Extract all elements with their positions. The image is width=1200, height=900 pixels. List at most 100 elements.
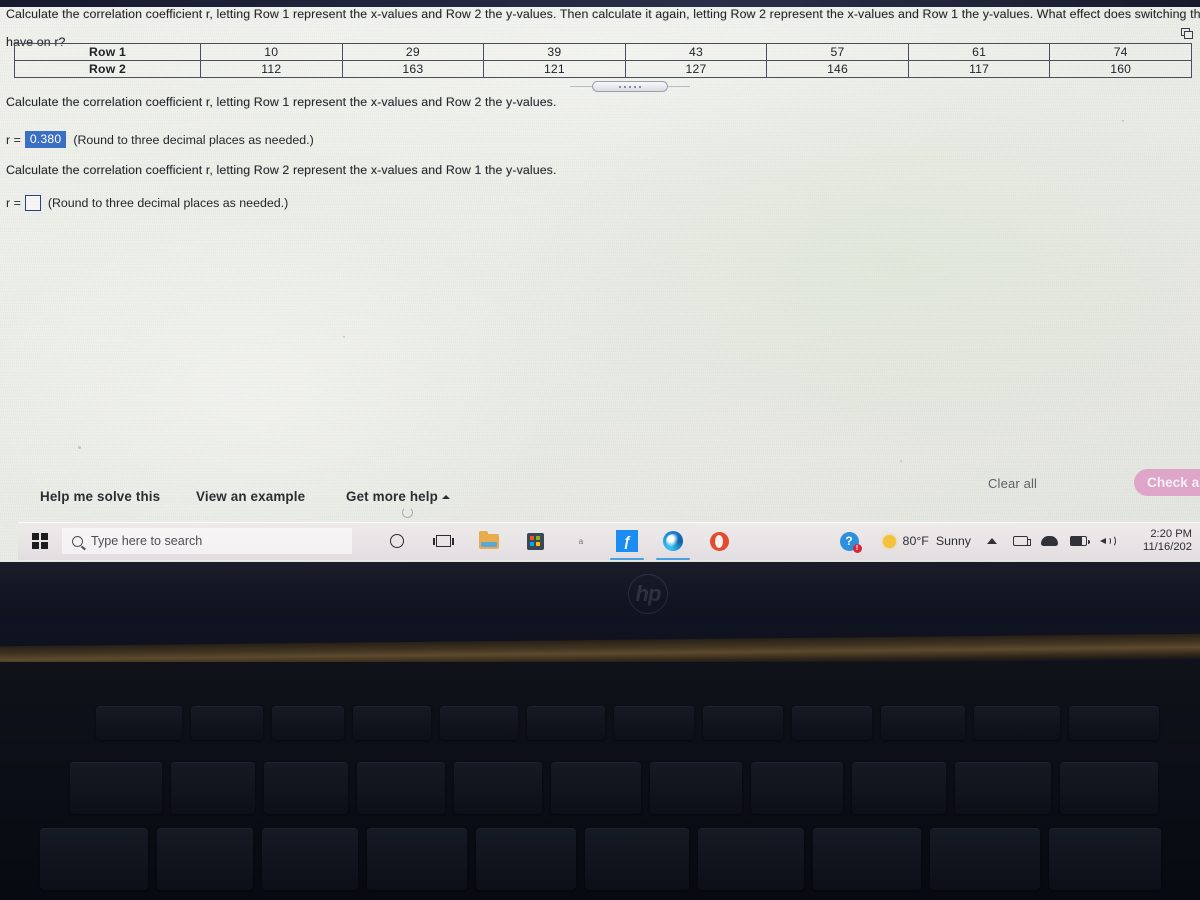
key bbox=[353, 706, 431, 740]
task-view-icon[interactable] bbox=[420, 522, 466, 560]
small-app-glyph: a bbox=[578, 536, 584, 546]
key bbox=[1049, 828, 1161, 890]
cortana-icon[interactable] bbox=[374, 522, 420, 560]
clear-all-button[interactable]: Clear all bbox=[988, 476, 1037, 491]
edge-icon[interactable] bbox=[650, 522, 696, 560]
battery-glyph bbox=[1070, 536, 1090, 546]
help-me-solve-this-link[interactable]: Help me solve this bbox=[40, 489, 160, 504]
task-view-glyph bbox=[432, 535, 454, 547]
scrollbar-thumb[interactable] bbox=[592, 81, 668, 92]
table-cell: 57 bbox=[766, 43, 909, 61]
key bbox=[171, 762, 255, 814]
answer-note-1: (Round to three decimal places as needed… bbox=[73, 132, 314, 147]
key bbox=[614, 706, 694, 740]
key bbox=[262, 828, 358, 890]
key bbox=[440, 706, 518, 740]
key bbox=[881, 706, 965, 740]
show-hidden-icons-button[interactable] bbox=[983, 533, 1000, 550]
cloud-glyph bbox=[1041, 536, 1058, 546]
table-row: Row 2 112 163 121 127 146 117 160 bbox=[14, 60, 1192, 78]
loading-spinner-icon bbox=[402, 507, 413, 518]
key bbox=[357, 762, 445, 814]
r-label-2: r = bbox=[6, 196, 21, 210]
taskbar-icon-group: a ƒ ?! bbox=[374, 522, 872, 560]
key bbox=[367, 828, 467, 890]
file-explorer-icon[interactable] bbox=[466, 522, 512, 560]
table-cell: 127 bbox=[624, 60, 768, 78]
edge-glyph bbox=[663, 531, 683, 551]
view-an-example-link[interactable]: View an example bbox=[196, 489, 305, 504]
clock-time: 2:20 PM bbox=[1150, 528, 1192, 540]
network-icon[interactable] bbox=[1012, 533, 1031, 550]
clock[interactable]: 2:20 PM 11/16/202 bbox=[1128, 528, 1192, 554]
key bbox=[1060, 762, 1158, 814]
blue-app-icon[interactable]: ƒ bbox=[604, 522, 650, 560]
key bbox=[792, 706, 872, 740]
table-cell: 112 bbox=[200, 60, 343, 78]
copy-icon[interactable] bbox=[1181, 27, 1194, 39]
key bbox=[454, 762, 542, 814]
table-cell: 163 bbox=[341, 60, 485, 78]
windows-taskbar: Type here to search a ƒ ?! 80°F Sunny 2:… bbox=[18, 522, 1200, 560]
sub-question-2: Calculate the correlation coefficient r,… bbox=[6, 163, 557, 177]
get-more-help-link[interactable]: Get more help bbox=[346, 489, 450, 504]
table-cell: 61 bbox=[907, 43, 1051, 61]
answer-row-2: r = (Round to three decimal places as ne… bbox=[6, 195, 288, 211]
problem-prompt-line1: Calculate the correlation coefficient r,… bbox=[6, 7, 1200, 21]
row-label: Row 2 bbox=[14, 60, 201, 78]
table-cell: 160 bbox=[1049, 60, 1192, 78]
blue-app-glyph: ƒ bbox=[616, 530, 638, 552]
dust-speck bbox=[78, 446, 81, 449]
table-cell: 121 bbox=[483, 60, 626, 78]
table-cell: 29 bbox=[341, 43, 485, 61]
table-cell: 146 bbox=[766, 60, 909, 78]
weather-widget[interactable]: 80°F Sunny bbox=[882, 534, 971, 548]
answer-input-2[interactable] bbox=[24, 195, 41, 211]
screen-bottom-bezel bbox=[0, 562, 1200, 624]
copy-icon-svg bbox=[1181, 28, 1193, 39]
keyboard-deck bbox=[0, 662, 1200, 900]
key bbox=[551, 762, 641, 814]
start-button[interactable] bbox=[18, 522, 62, 560]
laptop-body bbox=[0, 562, 1200, 900]
weather-temperature: 80°F bbox=[902, 534, 929, 548]
key bbox=[813, 828, 921, 890]
taskbar-search-input[interactable]: Type here to search bbox=[62, 528, 352, 554]
key bbox=[1069, 706, 1159, 740]
table-cell: 74 bbox=[1049, 43, 1192, 61]
key bbox=[703, 706, 783, 740]
volume-glyph bbox=[1099, 534, 1116, 548]
table-horizontal-scrollbar[interactable] bbox=[570, 81, 690, 92]
small-app-icon[interactable]: a bbox=[558, 522, 604, 560]
answer-row-1: r = 0.380 (Round to three decimal places… bbox=[6, 131, 314, 148]
key bbox=[955, 762, 1051, 814]
chevron-up-icon bbox=[986, 538, 997, 544]
battery-icon[interactable] bbox=[1070, 533, 1090, 550]
row-label: Row 1 bbox=[14, 43, 201, 61]
key bbox=[930, 828, 1040, 890]
key bbox=[751, 762, 843, 814]
folder-glyph bbox=[479, 530, 499, 549]
microsoft-store-icon[interactable] bbox=[512, 522, 558, 560]
check-answer-button[interactable]: Check answer bbox=[1134, 469, 1200, 496]
key bbox=[70, 762, 162, 814]
key bbox=[650, 762, 742, 814]
keyboard-row-function bbox=[96, 706, 1159, 740]
opera-glyph bbox=[709, 531, 729, 551]
r-label-1: r = bbox=[6, 132, 21, 147]
opera-icon[interactable] bbox=[696, 522, 742, 560]
notification-badge: ! bbox=[852, 543, 862, 553]
get-more-help-label: Get more help bbox=[346, 489, 438, 504]
clock-date: 11/16/202 bbox=[1143, 541, 1192, 553]
help-app-icon[interactable]: ?! bbox=[826, 522, 872, 560]
sun-icon bbox=[882, 534, 896, 548]
laptop-photo: Calculate the correlation coefficient r,… bbox=[0, 0, 1200, 900]
running-indicator bbox=[610, 557, 644, 560]
key bbox=[96, 706, 182, 740]
onedrive-icon[interactable] bbox=[1041, 533, 1058, 550]
sub-question-1: Calculate the correlation coefficient r,… bbox=[6, 95, 557, 109]
table-row: Row 1 10 29 39 43 57 61 74 bbox=[14, 43, 1192, 61]
chevron-up-icon bbox=[441, 495, 450, 500]
answer-input-1[interactable]: 0.380 bbox=[24, 131, 67, 148]
volume-icon[interactable] bbox=[1099, 533, 1116, 550]
